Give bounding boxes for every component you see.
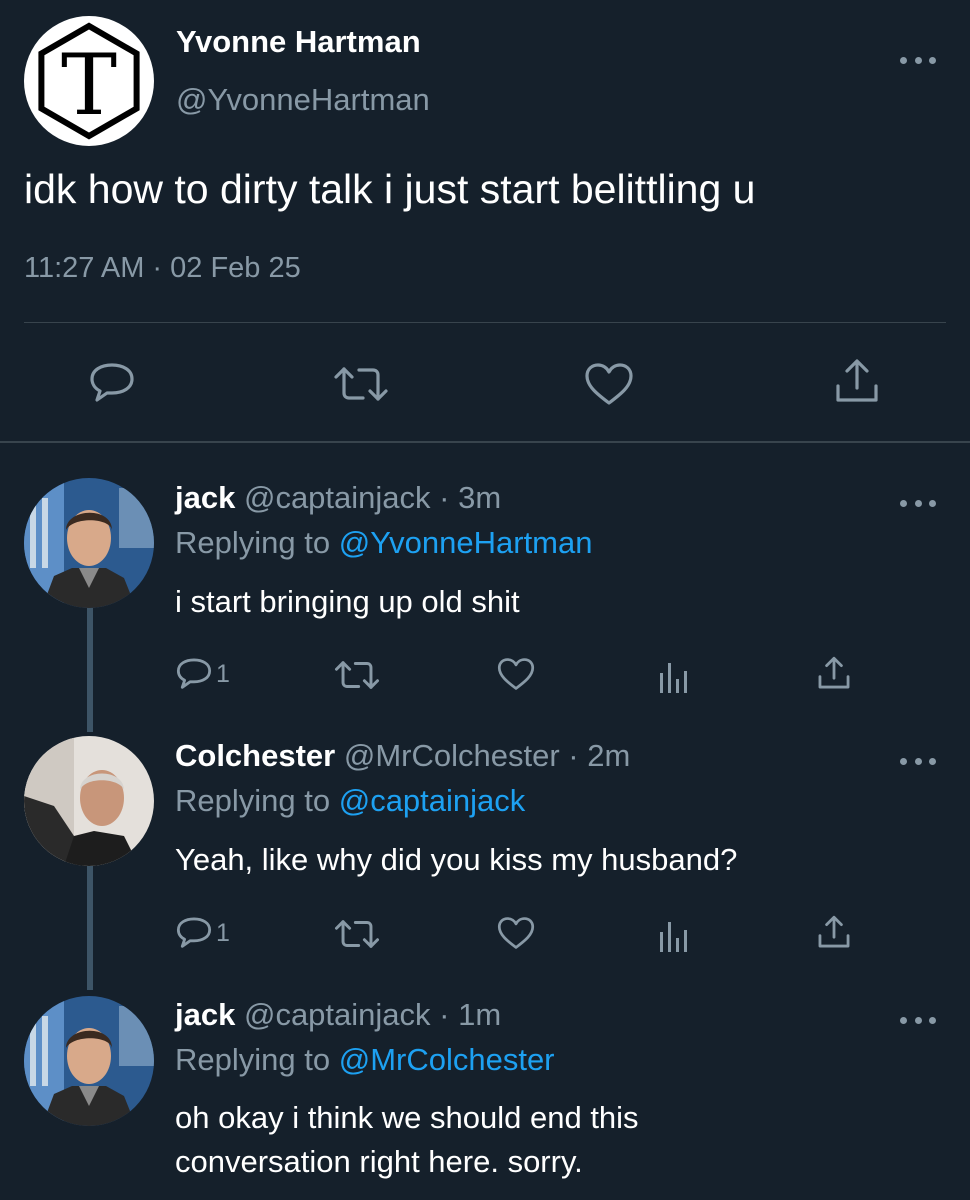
display-name[interactable]: jack <box>175 997 235 1032</box>
handle-time[interactable]: @captainjack · 3m <box>244 480 501 515</box>
reply-text-line: Yeah, like why did you kiss my husband? <box>175 842 738 877</box>
thread-line <box>87 608 93 732</box>
avatar[interactable] <box>24 478 154 608</box>
replying-label: Replying to <box>175 1042 339 1077</box>
retweet-icon[interactable] <box>334 659 380 691</box>
reply-icon <box>176 917 212 948</box>
reply-icon <box>176 658 212 689</box>
reply-count: 1 <box>216 918 230 947</box>
avatar[interactable] <box>24 996 154 1126</box>
replying-to: Replying to @YvonneHartman <box>175 525 593 561</box>
heart-icon[interactable] <box>497 657 535 691</box>
more-icon[interactable] <box>900 1013 936 1027</box>
t-logo-icon: T <box>29 21 149 141</box>
handle-time[interactable]: @MrColchester · 2m <box>344 738 630 773</box>
reply-text: i start bringing up old shit <box>175 580 520 624</box>
analytics-icon[interactable] <box>658 918 690 952</box>
more-icon[interactable] <box>900 754 936 768</box>
display-name[interactable]: Yvonne Hartman <box>176 24 421 60</box>
analytics-icon[interactable] <box>658 659 690 693</box>
replying-to: Replying to @captainjack <box>175 783 525 819</box>
handle-time[interactable]: @captainjack · 1m <box>244 997 501 1032</box>
reply-icon[interactable] <box>89 362 135 404</box>
reply-text: Yeah, like why did you kiss my husband? <box>175 838 737 882</box>
retweet-icon[interactable] <box>333 365 389 403</box>
more-icon[interactable] <box>900 53 936 67</box>
display-name[interactable]: Colchester <box>175 738 335 773</box>
heart-icon[interactable] <box>584 362 634 406</box>
heart-icon[interactable] <box>497 916 535 950</box>
reply-header: jack @captainjack · 1m <box>175 997 501 1033</box>
reply-text-line: i start bringing up old shit <box>175 584 520 619</box>
reply-text-line: oh okay i think we should end this <box>175 1100 639 1135</box>
share-icon[interactable] <box>817 914 851 950</box>
mention-link[interactable]: @YvonneHartman <box>339 525 593 560</box>
share-icon[interactable] <box>817 655 851 691</box>
tweet-timestamp[interactable]: 11:27 AM · 02 Feb 25 <box>24 252 301 285</box>
retweet-icon[interactable] <box>334 918 380 950</box>
tweet-text: idk how to dirty talk i just start belit… <box>24 166 756 212</box>
share-icon[interactable] <box>834 358 880 404</box>
avatar[interactable]: T <box>24 16 154 146</box>
mention-link[interactable]: @captainjack <box>339 783 526 818</box>
mention-link[interactable]: @MrColchester <box>339 1042 555 1077</box>
user-handle[interactable]: @YvonneHartman <box>176 82 430 118</box>
divider <box>24 322 946 323</box>
thread-line <box>87 866 93 990</box>
replying-label: Replying to <box>175 525 339 560</box>
svg-text:T: T <box>61 36 117 134</box>
reply-count: 1 <box>216 659 230 688</box>
reply-text-line: conversation right here. sorry. <box>175 1144 583 1179</box>
reply-button[interactable]: 1 <box>176 657 230 691</box>
reply-header: Colchester @MrColchester · 2m <box>175 738 630 774</box>
reply-button[interactable]: 1 <box>176 916 230 950</box>
reply-text: oh okay i think we should end this conve… <box>175 1096 639 1184</box>
replying-to: Replying to @MrColchester <box>175 1042 555 1078</box>
avatar[interactable] <box>24 736 154 866</box>
display-name[interactable]: jack <box>175 480 235 515</box>
more-icon[interactable] <box>900 496 936 510</box>
divider <box>0 441 970 443</box>
replying-label: Replying to <box>175 783 339 818</box>
reply-header: jack @captainjack · 3m <box>175 480 501 516</box>
